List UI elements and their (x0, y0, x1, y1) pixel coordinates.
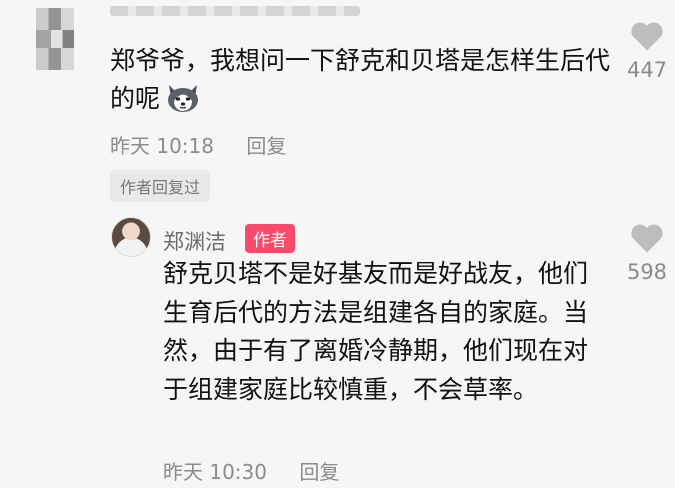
author-avatar[interactable] (111, 217, 151, 257)
top-comment-reply-button[interactable]: 回复 (246, 134, 286, 158)
top-comment-time: 昨天 10:18 (110, 134, 214, 158)
author-replied-tag: 作者回复过 (110, 170, 211, 202)
husky-dog-emoji-icon (168, 85, 199, 112)
reply-comment-like-count: 598 (626, 260, 668, 284)
reply-comment-time: 昨天 10:30 (163, 460, 267, 484)
author-name[interactable]: 郑渊洁 (163, 226, 226, 256)
top-comment-like-button[interactable]: 447 (617, 20, 675, 82)
author-badge: 作者 (245, 224, 295, 253)
commenter-avatar[interactable] (36, 8, 74, 70)
heart-icon (631, 22, 663, 51)
top-comment-like-count: 447 (626, 58, 668, 82)
reply-comment-reply-button[interactable]: 回复 (299, 460, 339, 484)
reply-comment-meta: 昨天 10:30 回复 (163, 456, 339, 485)
top-comment-text: 郑爷爷，我想问一下舒克和贝塔是怎样生后代的呢 (110, 42, 620, 118)
heart-icon (631, 224, 663, 253)
top-comment-meta: 昨天 10:18 回复 (110, 130, 286, 159)
commenter-username-blurred[interactable] (110, 6, 360, 16)
reply-comment-like-button[interactable]: 598 (617, 222, 675, 284)
reply-comment-text: 舒克贝塔不是好基友而是好战友，他们生育后代的方法是组建各自的家庭。当然，由于有了… (163, 259, 589, 404)
